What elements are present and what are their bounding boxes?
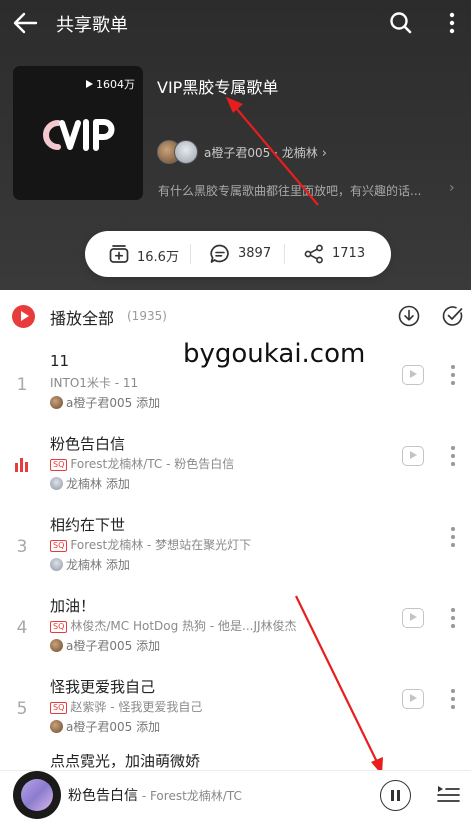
song-count: (1935) xyxy=(127,309,167,323)
song-artist-album: INTO1米卡 - 11 xyxy=(50,376,139,390)
page-title: 共享歌单 xyxy=(56,15,128,36)
play-icon xyxy=(410,613,417,621)
sq-badge: SQ xyxy=(50,540,68,552)
song-added-by: a橙子君005 添加 xyxy=(50,718,160,735)
play-icon xyxy=(410,694,417,702)
song-title: 粉色告白信 xyxy=(50,435,126,453)
song-added-by: a橙子君005 添加 xyxy=(50,637,160,654)
sq-badge: SQ xyxy=(50,702,68,714)
song-artist-album: SQ Forest龙楠林/TC - 粉色告白信 xyxy=(50,455,234,472)
song-title: 点点霓光，加油萌微娇 xyxy=(50,754,201,770)
queue-icon xyxy=(437,786,460,802)
play-all-label: 播放全部 xyxy=(50,309,115,328)
search-button[interactable] xyxy=(388,10,414,36)
song-title: 怪我更爱我自己 xyxy=(50,678,156,696)
play-icon xyxy=(410,451,417,459)
pause-button[interactable] xyxy=(380,780,411,811)
collect-count: 16.6万 xyxy=(137,250,179,265)
song-index: 1 xyxy=(16,375,28,395)
now-playing-icon xyxy=(15,458,31,472)
divider xyxy=(284,244,285,264)
album-disc[interactable] xyxy=(13,771,61,819)
song-artist-album: SQ Forest龙楠林 - 梦想站在聚光灯下 xyxy=(50,536,251,553)
song-title: 相约在下世 xyxy=(50,516,126,534)
play-all-row[interactable]: 播放全部 (1935) xyxy=(0,290,471,340)
player-track-info: 粉色告白信 - Forest龙楠林/TC xyxy=(68,785,242,805)
mini-player[interactable]: 粉色告白信 - Forest龙楠林/TC xyxy=(0,770,471,825)
multi-select-icon xyxy=(442,306,463,326)
play-icon xyxy=(410,370,417,378)
chevron-right-icon: › xyxy=(321,146,327,161)
player-title: 粉色告白信 xyxy=(68,788,138,804)
song-row[interactable]: 5 怪我更爱我自己 SQ 赵紫骅 - 怪我更爱我自己 a橙子君005 添加 xyxy=(0,674,471,755)
song-artist-album: SQ 赵紫骅 - 怪我更爱我自己 xyxy=(50,698,202,715)
avatar xyxy=(50,396,63,409)
back-button[interactable] xyxy=(10,8,42,38)
add-to-collection-icon xyxy=(109,245,129,263)
download-button[interactable] xyxy=(397,304,421,328)
song-row[interactable]: 3 相约在下世 SQ Forest龙楠林 - 梦想站在聚光灯下 龙楠林 添加 xyxy=(0,512,471,593)
watermark: bygoukai.com xyxy=(183,339,366,369)
share-icon xyxy=(304,244,323,264)
more-button[interactable] xyxy=(444,10,460,36)
arrow-left-icon xyxy=(13,12,38,34)
comment-count: 3897 xyxy=(238,246,272,261)
song-artist-album: SQ 林俊杰/MC HotDog 热狗 - 他是...JJ林俊杰 xyxy=(50,617,297,634)
mv-button[interactable] xyxy=(402,608,424,628)
song-added-by: 龙楠林 添加 xyxy=(50,475,130,492)
search-icon xyxy=(390,12,412,34)
song-row[interactable]: 4 加油！ SQ 林俊杰/MC HotDog 热狗 - 他是...JJ林俊杰 a橙… xyxy=(0,593,471,674)
avatar xyxy=(50,720,63,733)
sq-badge: SQ xyxy=(50,459,68,471)
sq-badge: SQ xyxy=(50,621,68,633)
top-bar: 共享歌单 xyxy=(0,0,471,46)
avatar xyxy=(50,558,63,571)
song-title: 加油！ xyxy=(50,597,96,615)
playlist-title: VIP黑胶专属歌单 xyxy=(157,78,279,97)
playlist-cover[interactable]: 1604万 xyxy=(13,66,143,200)
song-more-button[interactable] xyxy=(447,363,459,387)
comment-icon xyxy=(210,244,229,263)
playlist-queue-button[interactable] xyxy=(436,782,461,806)
playlist-description[interactable]: 有什么黑胶专属歌曲都往里面放吧，有兴趣的话... xyxy=(158,182,458,199)
song-title: 11 xyxy=(50,352,70,370)
avatar xyxy=(50,477,63,490)
song-row[interactable]: 点点霓光，加油萌微娇 xyxy=(0,754,471,770)
pause-icon xyxy=(391,790,394,801)
song-index: 5 xyxy=(16,699,28,719)
creator-names: a橙子君005 · 龙楠林 › xyxy=(204,146,327,161)
cvip-logo xyxy=(43,119,115,151)
chevron-right-icon: › xyxy=(449,180,455,196)
song-row[interactable]: 粉色告白信 SQ Forest龙楠林/TC - 粉色告白信 龙楠林 添加 xyxy=(0,431,471,512)
avatar xyxy=(174,140,198,164)
avatar xyxy=(50,639,63,652)
player-artist: - Forest龙楠林/TC xyxy=(138,789,242,803)
song-more-button[interactable] xyxy=(447,606,459,630)
mv-button[interactable] xyxy=(402,446,424,466)
play-circle-icon[interactable] xyxy=(12,305,35,328)
song-more-button[interactable] xyxy=(447,687,459,711)
song-added-by: a橙子君005 添加 xyxy=(50,394,160,411)
share-count: 1713 xyxy=(332,246,366,261)
song-more-button[interactable] xyxy=(447,525,459,549)
multi-select-button[interactable] xyxy=(441,304,465,328)
stats-bar: 16.6万 3897 1713 xyxy=(85,231,391,277)
divider xyxy=(190,244,191,264)
song-index: 4 xyxy=(16,618,28,638)
song-added-by: 龙楠林 添加 xyxy=(50,556,130,573)
play-count-icon xyxy=(86,80,93,88)
play-count: 1604万 xyxy=(86,76,135,92)
song-index: 3 xyxy=(16,537,28,557)
song-more-button[interactable] xyxy=(447,444,459,468)
more-vertical-icon xyxy=(449,12,455,34)
download-icon xyxy=(398,305,420,327)
mv-button[interactable] xyxy=(402,689,424,709)
mv-button[interactable] xyxy=(402,365,424,385)
